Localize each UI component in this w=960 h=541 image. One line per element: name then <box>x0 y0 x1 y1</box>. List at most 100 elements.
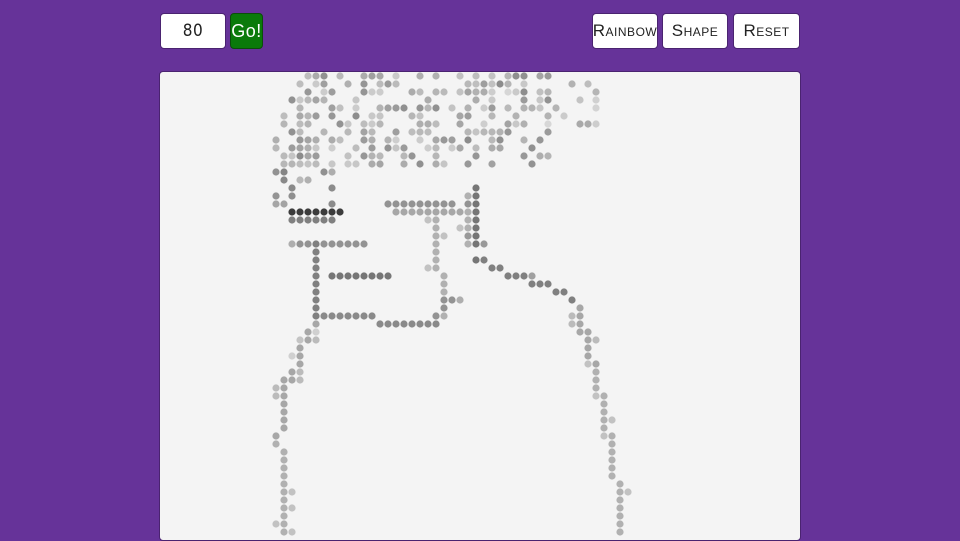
sketch-dot <box>528 272 536 280</box>
sketch-dot <box>520 152 528 160</box>
sketch-dot <box>360 80 368 88</box>
sketch-dot <box>536 136 544 144</box>
sketch-dot <box>344 312 352 320</box>
sketch-dot <box>432 200 440 208</box>
sketch-dot <box>328 272 336 280</box>
sketch-dot <box>296 152 304 160</box>
sketch-dot <box>320 312 328 320</box>
sketch-dot <box>288 160 296 168</box>
sketch-dot <box>576 304 584 312</box>
sketch-dot <box>368 128 376 136</box>
sketch-dot <box>536 88 544 96</box>
sketch-dot <box>592 368 600 376</box>
sketch-dot <box>504 120 512 128</box>
sketch-dot <box>472 152 480 160</box>
sketch-dot <box>344 160 352 168</box>
sketch-dot <box>440 232 448 240</box>
sketch-dot <box>616 512 624 520</box>
sketch-dot <box>408 320 416 328</box>
sketch-dot <box>336 312 344 320</box>
sketch-dot <box>272 144 280 152</box>
sketch-dot <box>328 160 336 168</box>
sketch-dot <box>488 264 496 272</box>
sketch-dot <box>336 104 344 112</box>
sketch-dot <box>416 208 424 216</box>
sketch-dot <box>280 120 288 128</box>
sketch-dot <box>280 456 288 464</box>
sketch-dot <box>464 160 472 168</box>
sketch-dot <box>416 200 424 208</box>
sketch-dot <box>344 240 352 248</box>
sketch-dot <box>456 224 464 232</box>
sketch-dot <box>312 96 320 104</box>
sketch-dot <box>440 88 448 96</box>
sketch-dot <box>296 360 304 368</box>
sketch-dot <box>464 216 472 224</box>
sketch-dot <box>328 168 336 176</box>
sketch-dot <box>312 264 320 272</box>
sketch-dot <box>472 96 480 104</box>
shape-button[interactable]: Shape <box>662 13 728 49</box>
rainbow-button[interactable]: Rainbow <box>592 13 658 49</box>
sketch-dot <box>520 120 528 128</box>
sketch-dot <box>464 112 472 120</box>
sketch-dot <box>488 72 496 80</box>
sketch-dot <box>376 160 384 168</box>
sketch-dot <box>488 88 496 96</box>
sketch-dot <box>328 216 336 224</box>
sketch-dot <box>280 424 288 432</box>
sketch-dot <box>616 520 624 528</box>
sketch-dot <box>304 328 312 336</box>
sketch-dot <box>456 72 464 80</box>
sketch-dot <box>304 216 312 224</box>
sketch-dot <box>536 96 544 104</box>
grid-size-input[interactable] <box>160 13 226 49</box>
sketch-dot <box>448 136 456 144</box>
sketch-dot <box>312 72 320 80</box>
sketch-dot <box>440 200 448 208</box>
sketch-dot <box>320 216 328 224</box>
sketch-dot <box>480 88 488 96</box>
sketch-dot <box>328 184 336 192</box>
sketch-dot <box>280 160 288 168</box>
sketch-dot <box>384 136 392 144</box>
sketch-dot <box>600 408 608 416</box>
toolbar: Go! Rainbow Shape Reset <box>160 13 800 51</box>
sketch-dot <box>288 352 296 360</box>
sketch-dot <box>280 400 288 408</box>
sketch-dot <box>512 120 520 128</box>
sketch-dot <box>360 88 368 96</box>
sketch-dot <box>616 528 624 536</box>
sketch-dot <box>336 208 344 216</box>
sketch-canvas[interactable] <box>159 71 801 541</box>
sketch-dot <box>296 128 304 136</box>
sketch-dot <box>512 88 520 96</box>
sketch-dot <box>400 320 408 328</box>
sketch-dot <box>480 240 488 248</box>
sketch-dot <box>432 88 440 96</box>
sketch-dot <box>560 288 568 296</box>
sketch-dot <box>280 416 288 424</box>
sketch-dot <box>296 112 304 120</box>
sketch-dot <box>416 136 424 144</box>
sketch-dot <box>280 176 288 184</box>
sketch-dot <box>464 80 472 88</box>
reset-button[interactable]: Reset <box>733 13 800 49</box>
sketch-dot <box>432 136 440 144</box>
sketch-dot <box>368 272 376 280</box>
sketch-dot <box>280 520 288 528</box>
go-button[interactable]: Go! <box>230 13 263 49</box>
sketch-dot <box>536 104 544 112</box>
sketch-dot <box>496 80 504 88</box>
sketch-dot <box>384 320 392 328</box>
sketch-dot <box>352 240 360 248</box>
sketch-dot <box>360 136 368 144</box>
sketch-drawing[interactable] <box>160 72 801 541</box>
sketch-dot <box>288 504 296 512</box>
sketch-dot <box>296 80 304 88</box>
sketch-dot <box>472 240 480 248</box>
sketch-dot <box>376 272 384 280</box>
sketch-dot <box>448 296 456 304</box>
sketch-dot <box>304 96 312 104</box>
sketch-dot <box>360 152 368 160</box>
